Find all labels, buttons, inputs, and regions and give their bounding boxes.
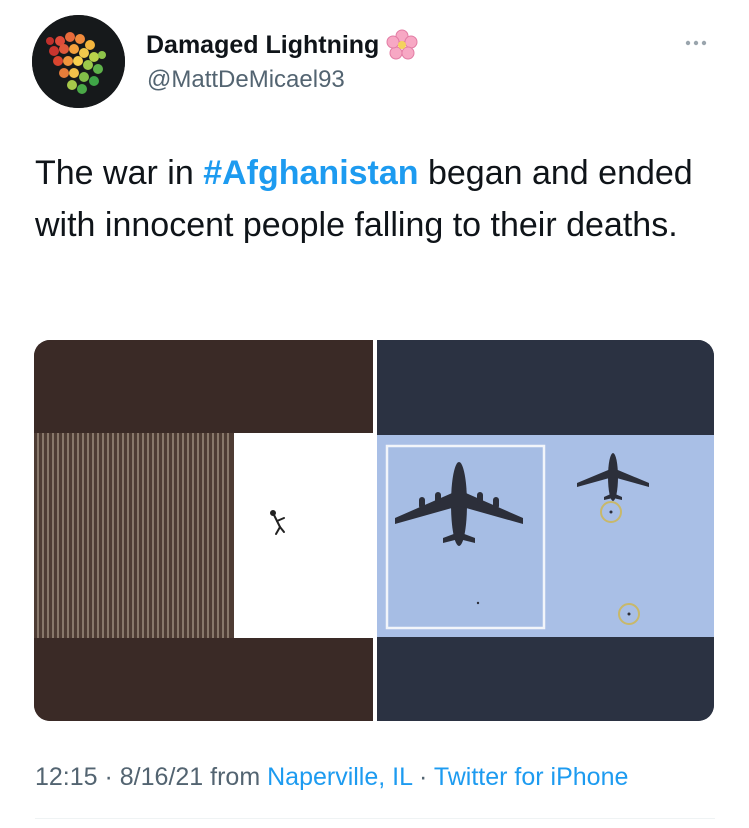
avatar-logo-image xyxy=(32,15,125,108)
cherry-blossom-icon xyxy=(385,28,419,62)
client-link[interactable]: Twitter for iPhone xyxy=(434,763,629,791)
location-link[interactable]: Naperville, IL xyxy=(267,763,412,791)
avatar[interactable] xyxy=(32,15,125,108)
tweet-media[interactable] xyxy=(34,340,714,721)
display-name[interactable]: Damaged Lightning xyxy=(146,31,379,60)
tweet-text: The war in #Afghanistan began and ended … xyxy=(35,147,715,251)
from-label: from xyxy=(203,763,268,791)
media-image-right[interactable] xyxy=(377,340,714,721)
tweet-time[interactable]: 12:15 xyxy=(35,763,98,791)
meta-separator-2: · xyxy=(412,763,434,791)
media-image-left[interactable] xyxy=(34,340,373,721)
tweet-date[interactable]: 8/16/21 xyxy=(120,763,203,791)
meta-separator: · xyxy=(97,763,120,791)
tweet-meta: 12:15 · 8/16/21 from Naperville, IL · Tw… xyxy=(35,763,628,792)
more-options-icon[interactable] xyxy=(684,34,708,52)
tweet-text-before: The war in xyxy=(35,154,204,192)
author-name-row: Damaged Lightning xyxy=(146,28,419,62)
hashtag-link[interactable]: #Afghanistan xyxy=(203,154,418,192)
divider xyxy=(35,818,715,819)
author-handle[interactable]: @MattDeMicael93 xyxy=(147,66,345,94)
